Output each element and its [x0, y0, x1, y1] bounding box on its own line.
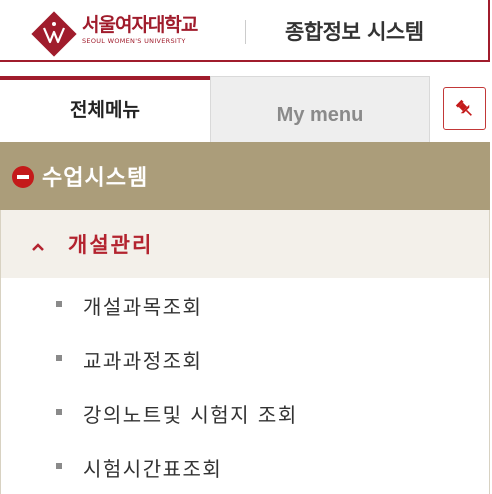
header-divider [245, 20, 246, 44]
menu-item-label[interactable]: 개설과목조회 [83, 291, 202, 320]
subcategory-label[interactable]: 개설관리 [68, 229, 153, 259]
chevron-up-icon[interactable] [31, 242, 45, 252]
university-crest-icon[interactable] [30, 10, 78, 58]
tab-full-menu[interactable]: 전체메뉴 [0, 76, 210, 142]
pushpin-icon [455, 99, 472, 116]
app-frame: 서울여자대학교 SEOUL WOMEN'S UNIVERSITY 종합정보 시스… [0, 0, 492, 494]
minus-circle-icon[interactable] [12, 166, 34, 188]
square-bullet-icon [56, 463, 62, 469]
square-bullet-icon [56, 301, 62, 307]
menu-item-course-search[interactable]: 개설과목조회 [1, 281, 489, 333]
menu-item-label[interactable]: 교과과정조회 [83, 345, 202, 374]
menu-item-exam-timetable[interactable]: 시험시간표조회 [1, 443, 489, 494]
category-label[interactable]: 수업시스템 [42, 160, 148, 192]
header: 서울여자대학교 SEOUL WOMEN'S UNIVERSITY 종합정보 시스… [0, 0, 490, 62]
system-title: 종합정보 시스템 [285, 20, 424, 44]
menu-item-label[interactable]: 시험시간표조회 [83, 453, 222, 482]
menu-item-lecture-notes-exams[interactable]: 강의노트및 시험지 조회 [1, 389, 489, 441]
university-name[interactable]: 서울여자대학교 [82, 10, 198, 37]
university-subtitle: SEOUL WOMEN'S UNIVERSITY [82, 37, 186, 45]
square-bullet-icon [56, 355, 62, 361]
pin-menu-button[interactable] [443, 87, 486, 130]
menu-item-curriculum-search[interactable]: 교과과정조회 [1, 335, 489, 387]
square-bullet-icon [56, 409, 62, 415]
menu-item-label[interactable]: 강의노트및 시험지 조회 [83, 399, 298, 428]
tab-my-menu[interactable]: My menu [210, 76, 430, 142]
